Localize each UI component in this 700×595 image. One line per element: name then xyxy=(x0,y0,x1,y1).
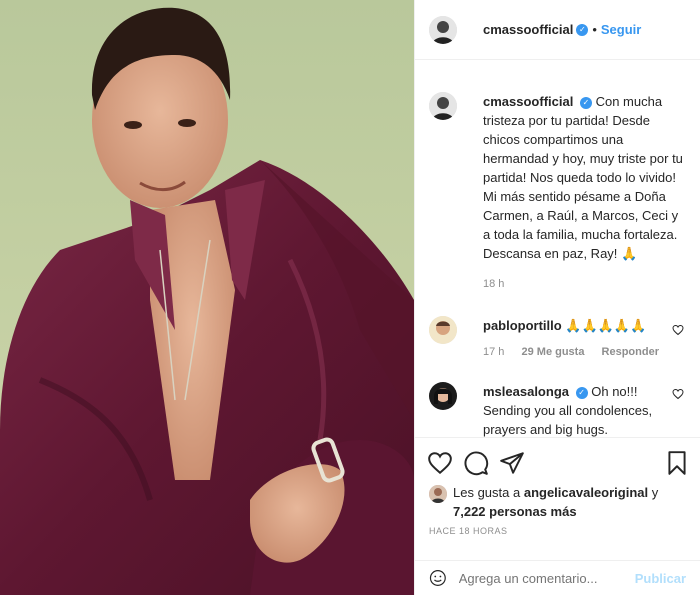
add-comment-bar: Publicar xyxy=(415,560,700,595)
comment-avatar[interactable] xyxy=(429,316,457,344)
header-username[interactable]: cmassoofficial xyxy=(483,22,573,37)
separator-dot: • xyxy=(592,22,597,37)
avatar[interactable] xyxy=(429,485,447,503)
avatar[interactable] xyxy=(429,15,457,44)
post-image xyxy=(0,7,414,595)
caption-time[interactable]: 18 h xyxy=(483,278,504,290)
list-item: msleasalonga ✓ Oh no!!! Sending you all … xyxy=(415,362,700,437)
caption-username[interactable]: cmassoofficial xyxy=(483,94,573,109)
comments-list[interactable]: cmassoofficial ✓ Con mucha tristeza por … xyxy=(415,60,700,437)
caption-avatar[interactable] xyxy=(429,92,457,120)
heart-icon[interactable] xyxy=(672,324,684,336)
caption-meta: 18 h xyxy=(483,275,683,294)
likes-count[interactable]: 7,222 personas más xyxy=(453,504,577,519)
post-details-panel: cmassoofficial ✓ • Seguir cmassoofficial… xyxy=(414,0,700,595)
comment-body: msleasalonga ✓ Oh no!!! Sending you all … xyxy=(483,382,683,437)
avatar-image xyxy=(429,382,457,410)
list-item: pabloportillo 🙏🙏🙏🙏🙏 17 h 29 Me gusta Res… xyxy=(415,294,700,362)
caption-body: cmassoofficial ✓ Con mucha tristeza por … xyxy=(483,92,683,294)
verified-badge-icon: ✓ xyxy=(576,23,589,36)
comment-text: 🙏🙏🙏🙏🙏 xyxy=(565,318,647,333)
publish-button[interactable]: Publicar xyxy=(635,571,686,586)
avatar-image xyxy=(429,485,447,503)
likes-summary: Les gusta a angelicavaleoriginal y 7,222… xyxy=(429,483,686,521)
likes-connector: y xyxy=(651,485,659,500)
comment-icon[interactable] xyxy=(463,450,489,476)
share-icon[interactable] xyxy=(499,450,525,476)
reply-button[interactable]: Responder xyxy=(602,346,659,358)
comment-input[interactable] xyxy=(458,570,635,586)
comment-username[interactable]: msleasalonga xyxy=(483,384,569,399)
post-timestamp[interactable]: HACE 18 HORAS xyxy=(429,526,508,536)
comment-username[interactable]: pabloportillo xyxy=(483,318,562,333)
likes-prefix: Les gusta a xyxy=(453,485,521,500)
comment-avatar[interactable] xyxy=(429,382,457,410)
likes-text: Les gusta a angelicavaleoriginal y 7,222… xyxy=(453,483,686,521)
post-header: cmassoofficial ✓ • Seguir xyxy=(415,0,700,60)
comment-meta: 17 h 29 Me gusta Responder xyxy=(483,343,683,362)
avatar-image xyxy=(429,15,457,44)
follow-button[interactable]: Seguir xyxy=(601,22,641,37)
verified-badge-icon: ✓ xyxy=(579,97,592,109)
avatar-image xyxy=(429,316,457,344)
avatar-image xyxy=(429,92,457,120)
heart-icon[interactable] xyxy=(672,388,684,400)
caption: cmassoofficial ✓ Con mucha tristeza por … xyxy=(415,60,700,294)
likes-user[interactable]: angelicavaleoriginal xyxy=(524,485,648,500)
post-photo[interactable] xyxy=(0,0,414,595)
heart-icon[interactable] xyxy=(427,450,453,476)
comment-body: pabloportillo 🙏🙏🙏🙏🙏 17 h 29 Me gusta Res… xyxy=(483,316,683,362)
bookmark-icon[interactable] xyxy=(664,450,690,476)
comment-likes[interactable]: 29 Me gusta xyxy=(521,346,584,358)
comment-time[interactable]: 17 h xyxy=(483,346,504,358)
verified-badge-icon: ✓ xyxy=(575,387,588,399)
caption-text: Con mucha tristeza por tu partida! Desde… xyxy=(483,94,683,261)
emoji-icon[interactable] xyxy=(429,566,447,590)
action-bar xyxy=(415,437,700,485)
